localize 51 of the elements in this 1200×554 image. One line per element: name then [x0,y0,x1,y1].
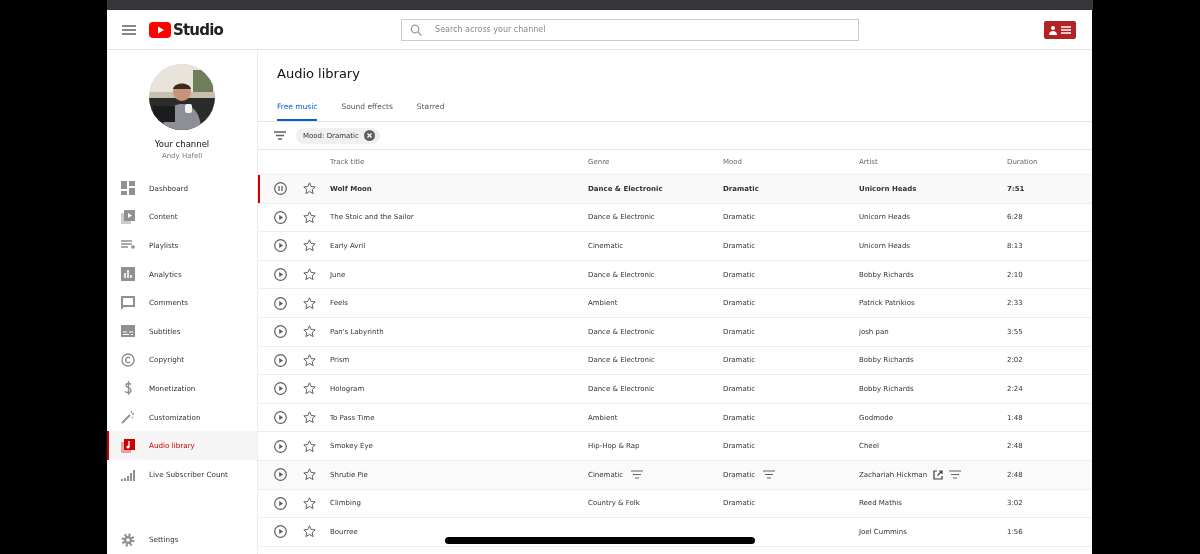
comment-icon [121,295,135,310]
play-icon[interactable] [274,439,287,453]
play-icon[interactable] [274,210,287,224]
star-icon[interactable] [303,525,316,539]
close-icon[interactable] [363,130,375,141]
play-icon[interactable] [274,239,287,253]
subtitles-icon [121,324,135,339]
star-icon[interactable] [303,496,316,510]
star-icon[interactable] [303,382,316,396]
star-icon[interactable] [303,182,316,196]
star-icon[interactable] [303,439,316,453]
person-list-icon [1049,24,1071,35]
star-icon[interactable] [303,411,316,425]
play-icon[interactable] [274,353,287,367]
play-icon[interactable] [274,525,287,539]
search-field[interactable]: Search across your channel [401,18,860,41]
magic-wand-icon [121,410,135,425]
logo-text: Studio [173,20,224,39]
play-icon[interactable] [274,382,287,396]
play-icon[interactable] [274,468,287,482]
play-icon[interactable] [274,325,287,339]
play-icon[interactable] [274,296,287,310]
filter-icon[interactable] [631,470,644,480]
star-icon[interactable] [303,210,316,224]
filter-icon[interactable] [763,470,776,480]
menu-icon[interactable] [122,24,136,35]
video-icon [121,209,135,224]
dashboard-icon [121,181,135,196]
copyright-icon [121,352,135,367]
search-icon [410,23,423,36]
star-icon[interactable] [303,239,316,253]
play-icon[interactable] [274,268,287,282]
page-title: Audio library [277,66,361,82]
account-button[interactable] [1044,20,1076,39]
signal-icon [121,467,135,482]
star-icon[interactable] [303,325,316,339]
settings-icon [121,532,135,547]
play-logo-icon[interactable] [149,21,171,38]
star-icon[interactable] [303,296,316,310]
star-icon[interactable] [303,268,316,282]
music-note-icon [121,438,135,453]
pause-icon[interactable] [274,182,287,196]
play-icon[interactable] [274,496,287,510]
filter-icon[interactable] [274,131,286,140]
external-link-icon[interactable] [933,469,944,480]
channel-label: Your channel [154,139,210,149]
filter-icon[interactable] [949,470,962,480]
bar-chart-icon [121,267,135,282]
play-icon[interactable] [274,411,287,425]
star-icon[interactable] [303,353,316,367]
star-icon[interactable] [303,468,316,482]
